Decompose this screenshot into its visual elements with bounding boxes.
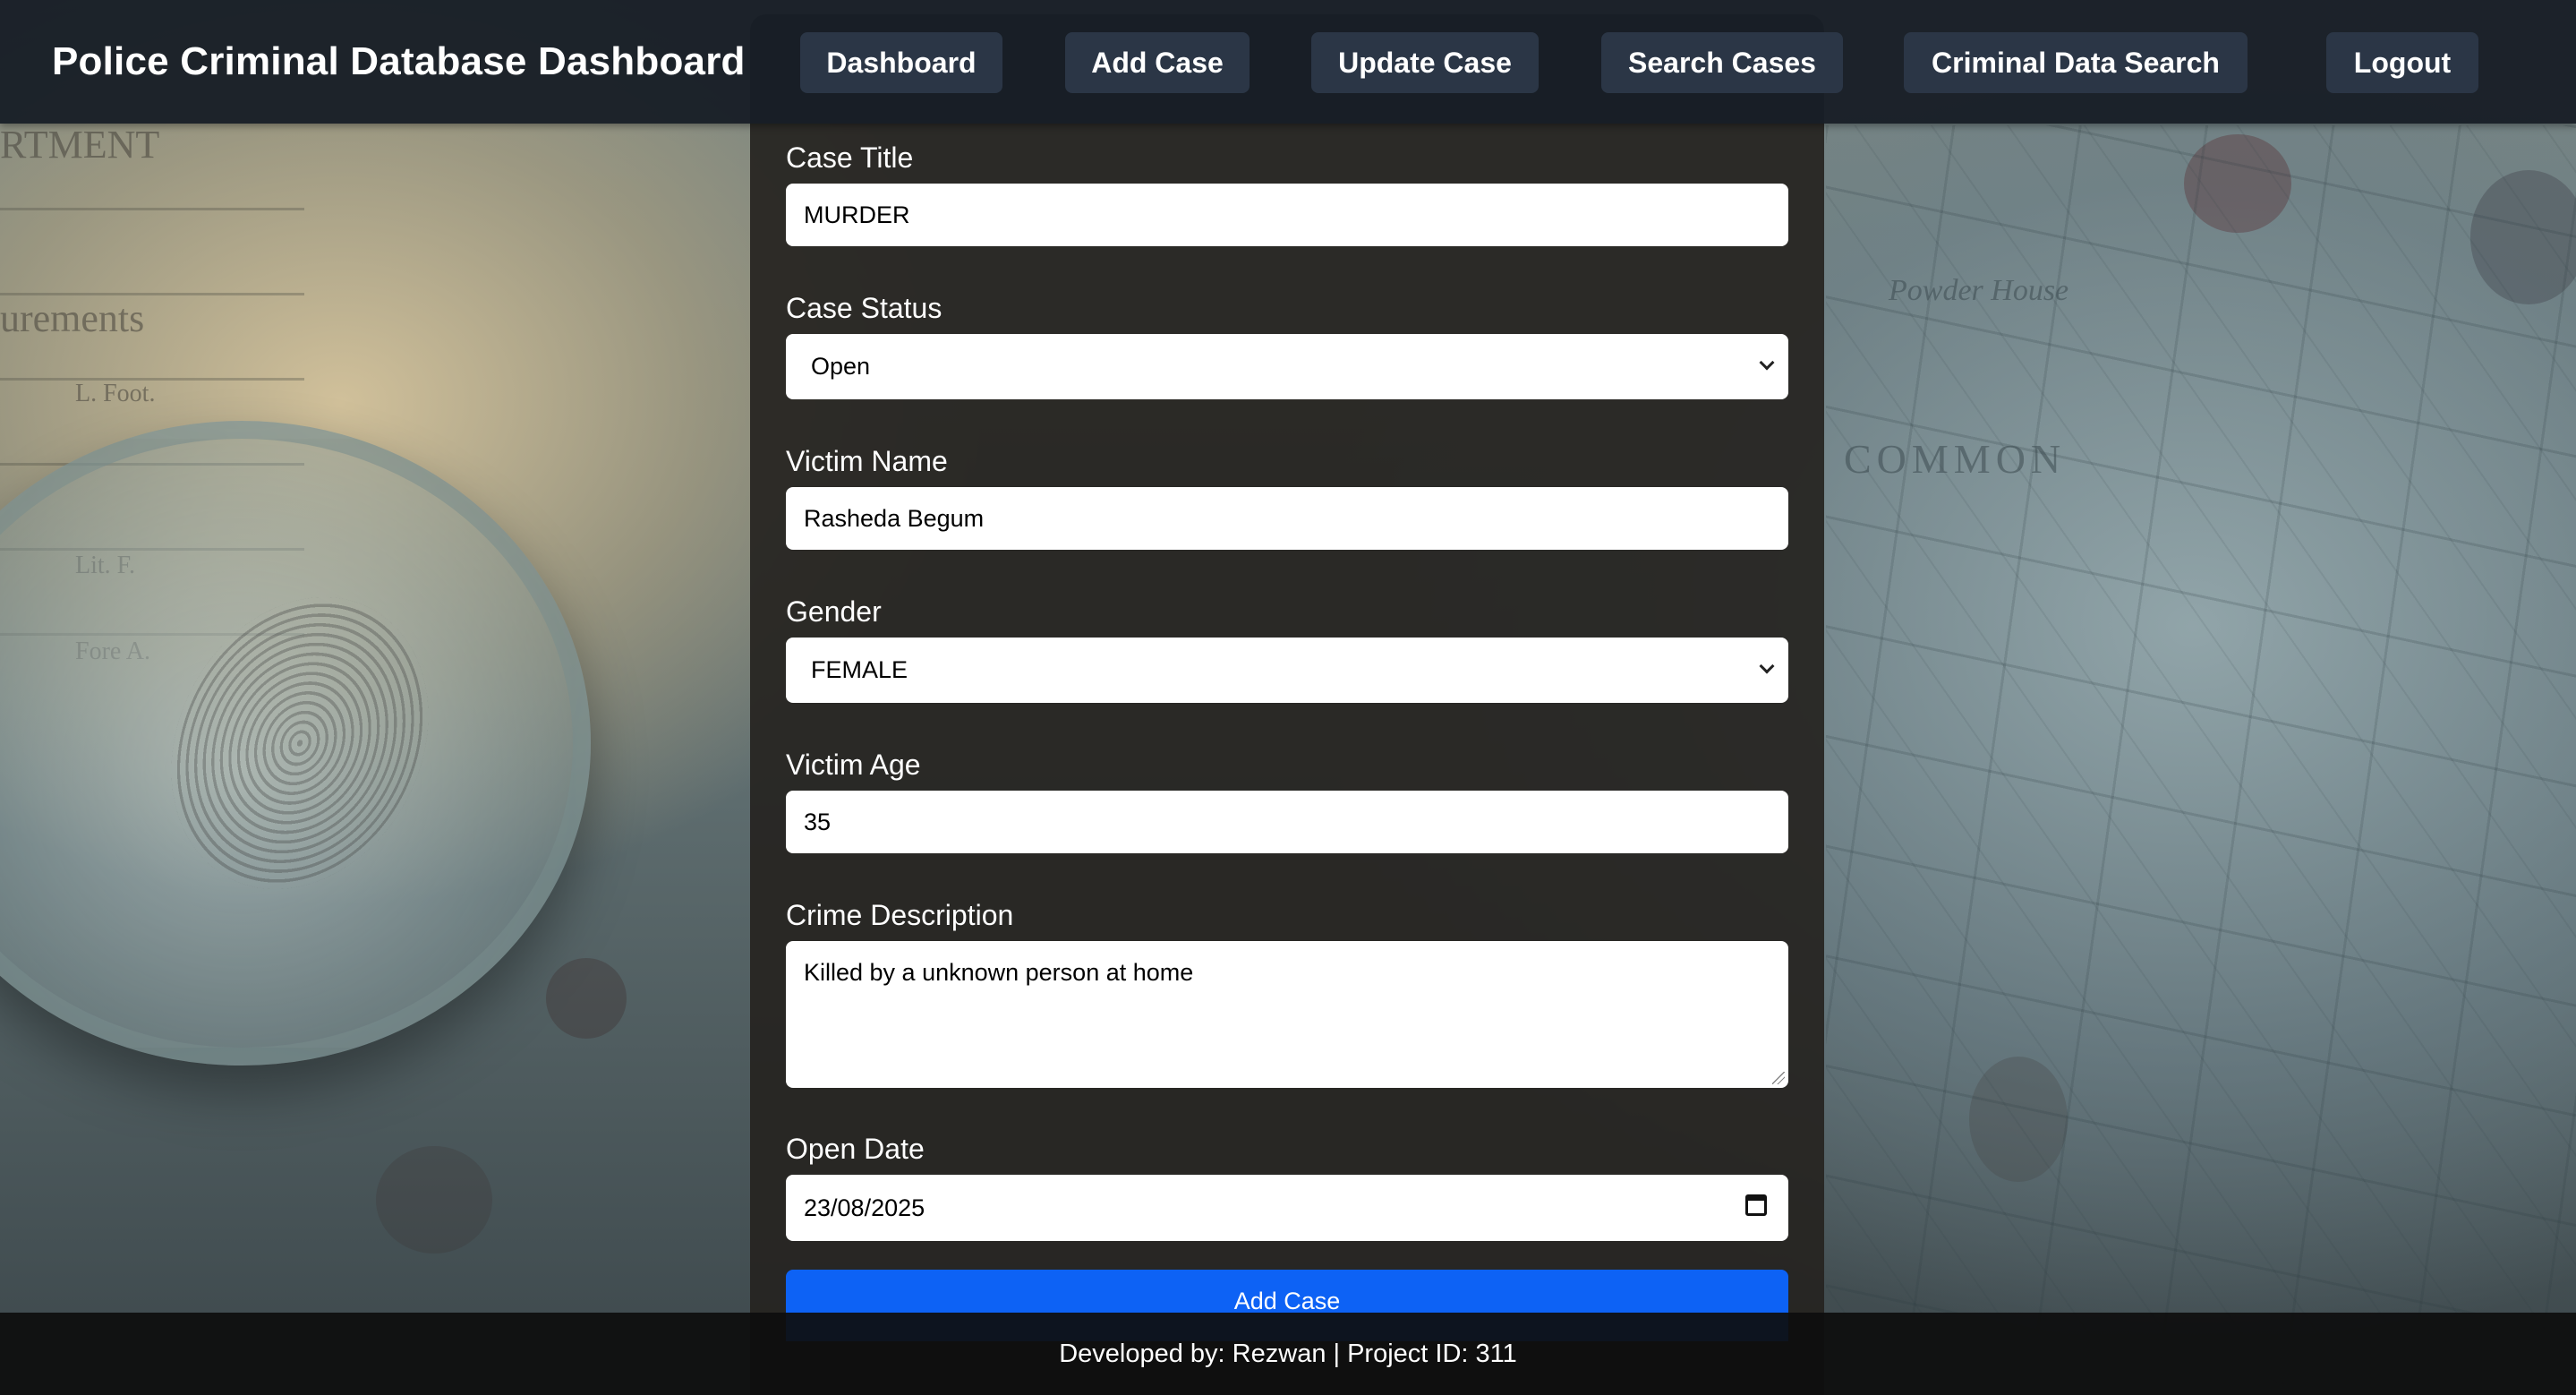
- gender-value: FEMALE: [811, 656, 908, 683]
- nav-dashboard-button[interactable]: Dashboard: [800, 32, 1002, 93]
- victim-age-label: Victim Age: [786, 749, 921, 781]
- map-illustration: [1826, 125, 2576, 1395]
- nav-search-cases-button[interactable]: Search Cases: [1601, 32, 1843, 93]
- open-date-input[interactable]: 23/08/2025: [786, 1175, 1788, 1241]
- paper-text-fragment: L. Foot.: [75, 380, 156, 407]
- chevron-down-icon: [1759, 658, 1775, 674]
- nav-logout-button[interactable]: Logout: [2326, 32, 2478, 93]
- ink-stain: [546, 958, 627, 1039]
- ink-stain: [376, 1146, 492, 1254]
- case-status-select[interactable]: Open: [786, 334, 1788, 399]
- case-title-value: MURDER: [804, 201, 910, 228]
- calendar-icon[interactable]: [1745, 1194, 1767, 1216]
- paper-text-fragment: urements: [0, 296, 145, 340]
- footer: Developed by: Rezwan | Project ID: 311: [0, 1313, 2576, 1395]
- case-status-value: Open: [811, 353, 871, 380]
- open-date-value: 23/08/2025: [804, 1194, 925, 1221]
- gender-label: Gender: [786, 595, 882, 628]
- victim-age-input[interactable]: 35: [786, 791, 1788, 853]
- nav-update-case-button[interactable]: Update Case: [1311, 32, 1539, 93]
- victim-age-value: 35: [804, 808, 832, 835]
- map-text-fragment: COMMON: [1844, 436, 2067, 482]
- paper-text-fragment: RTMENT: [0, 123, 160, 167]
- gender-select[interactable]: FEMALE: [786, 638, 1788, 703]
- footer-credits: Developed by: Rezwan | Project ID: 311: [1059, 1339, 1517, 1368]
- case-title-input[interactable]: MURDER: [786, 184, 1788, 246]
- crime-description-label: Crime Description: [786, 899, 1014, 931]
- resize-handle-icon[interactable]: [1772, 1072, 1785, 1084]
- case-status-label: Case Status: [786, 292, 943, 324]
- crime-description-value: Killed by a unknown person at home: [804, 959, 1194, 986]
- chevron-down-icon: [1759, 355, 1775, 371]
- map-text-fragment: Powder House: [1889, 274, 2069, 307]
- nav-add-case-button[interactable]: Add Case: [1065, 32, 1250, 93]
- victim-name-label: Victim Name: [786, 445, 948, 477]
- app-title: Police Criminal Database Dashboard: [52, 39, 746, 83]
- victim-name-value: Rasheda Begum: [804, 504, 985, 532]
- top-navigation-bar: Police Criminal Database Dashboard Dashb…: [0, 0, 2576, 124]
- victim-name-input[interactable]: Rasheda Begum: [786, 487, 1788, 550]
- nav-criminal-data-search-button[interactable]: Criminal Data Search: [1904, 32, 2248, 93]
- crime-description-textarea[interactable]: Killed by a unknown person at home: [786, 941, 1788, 1088]
- case-title-label: Case Title: [786, 141, 914, 174]
- open-date-label: Open Date: [786, 1133, 925, 1165]
